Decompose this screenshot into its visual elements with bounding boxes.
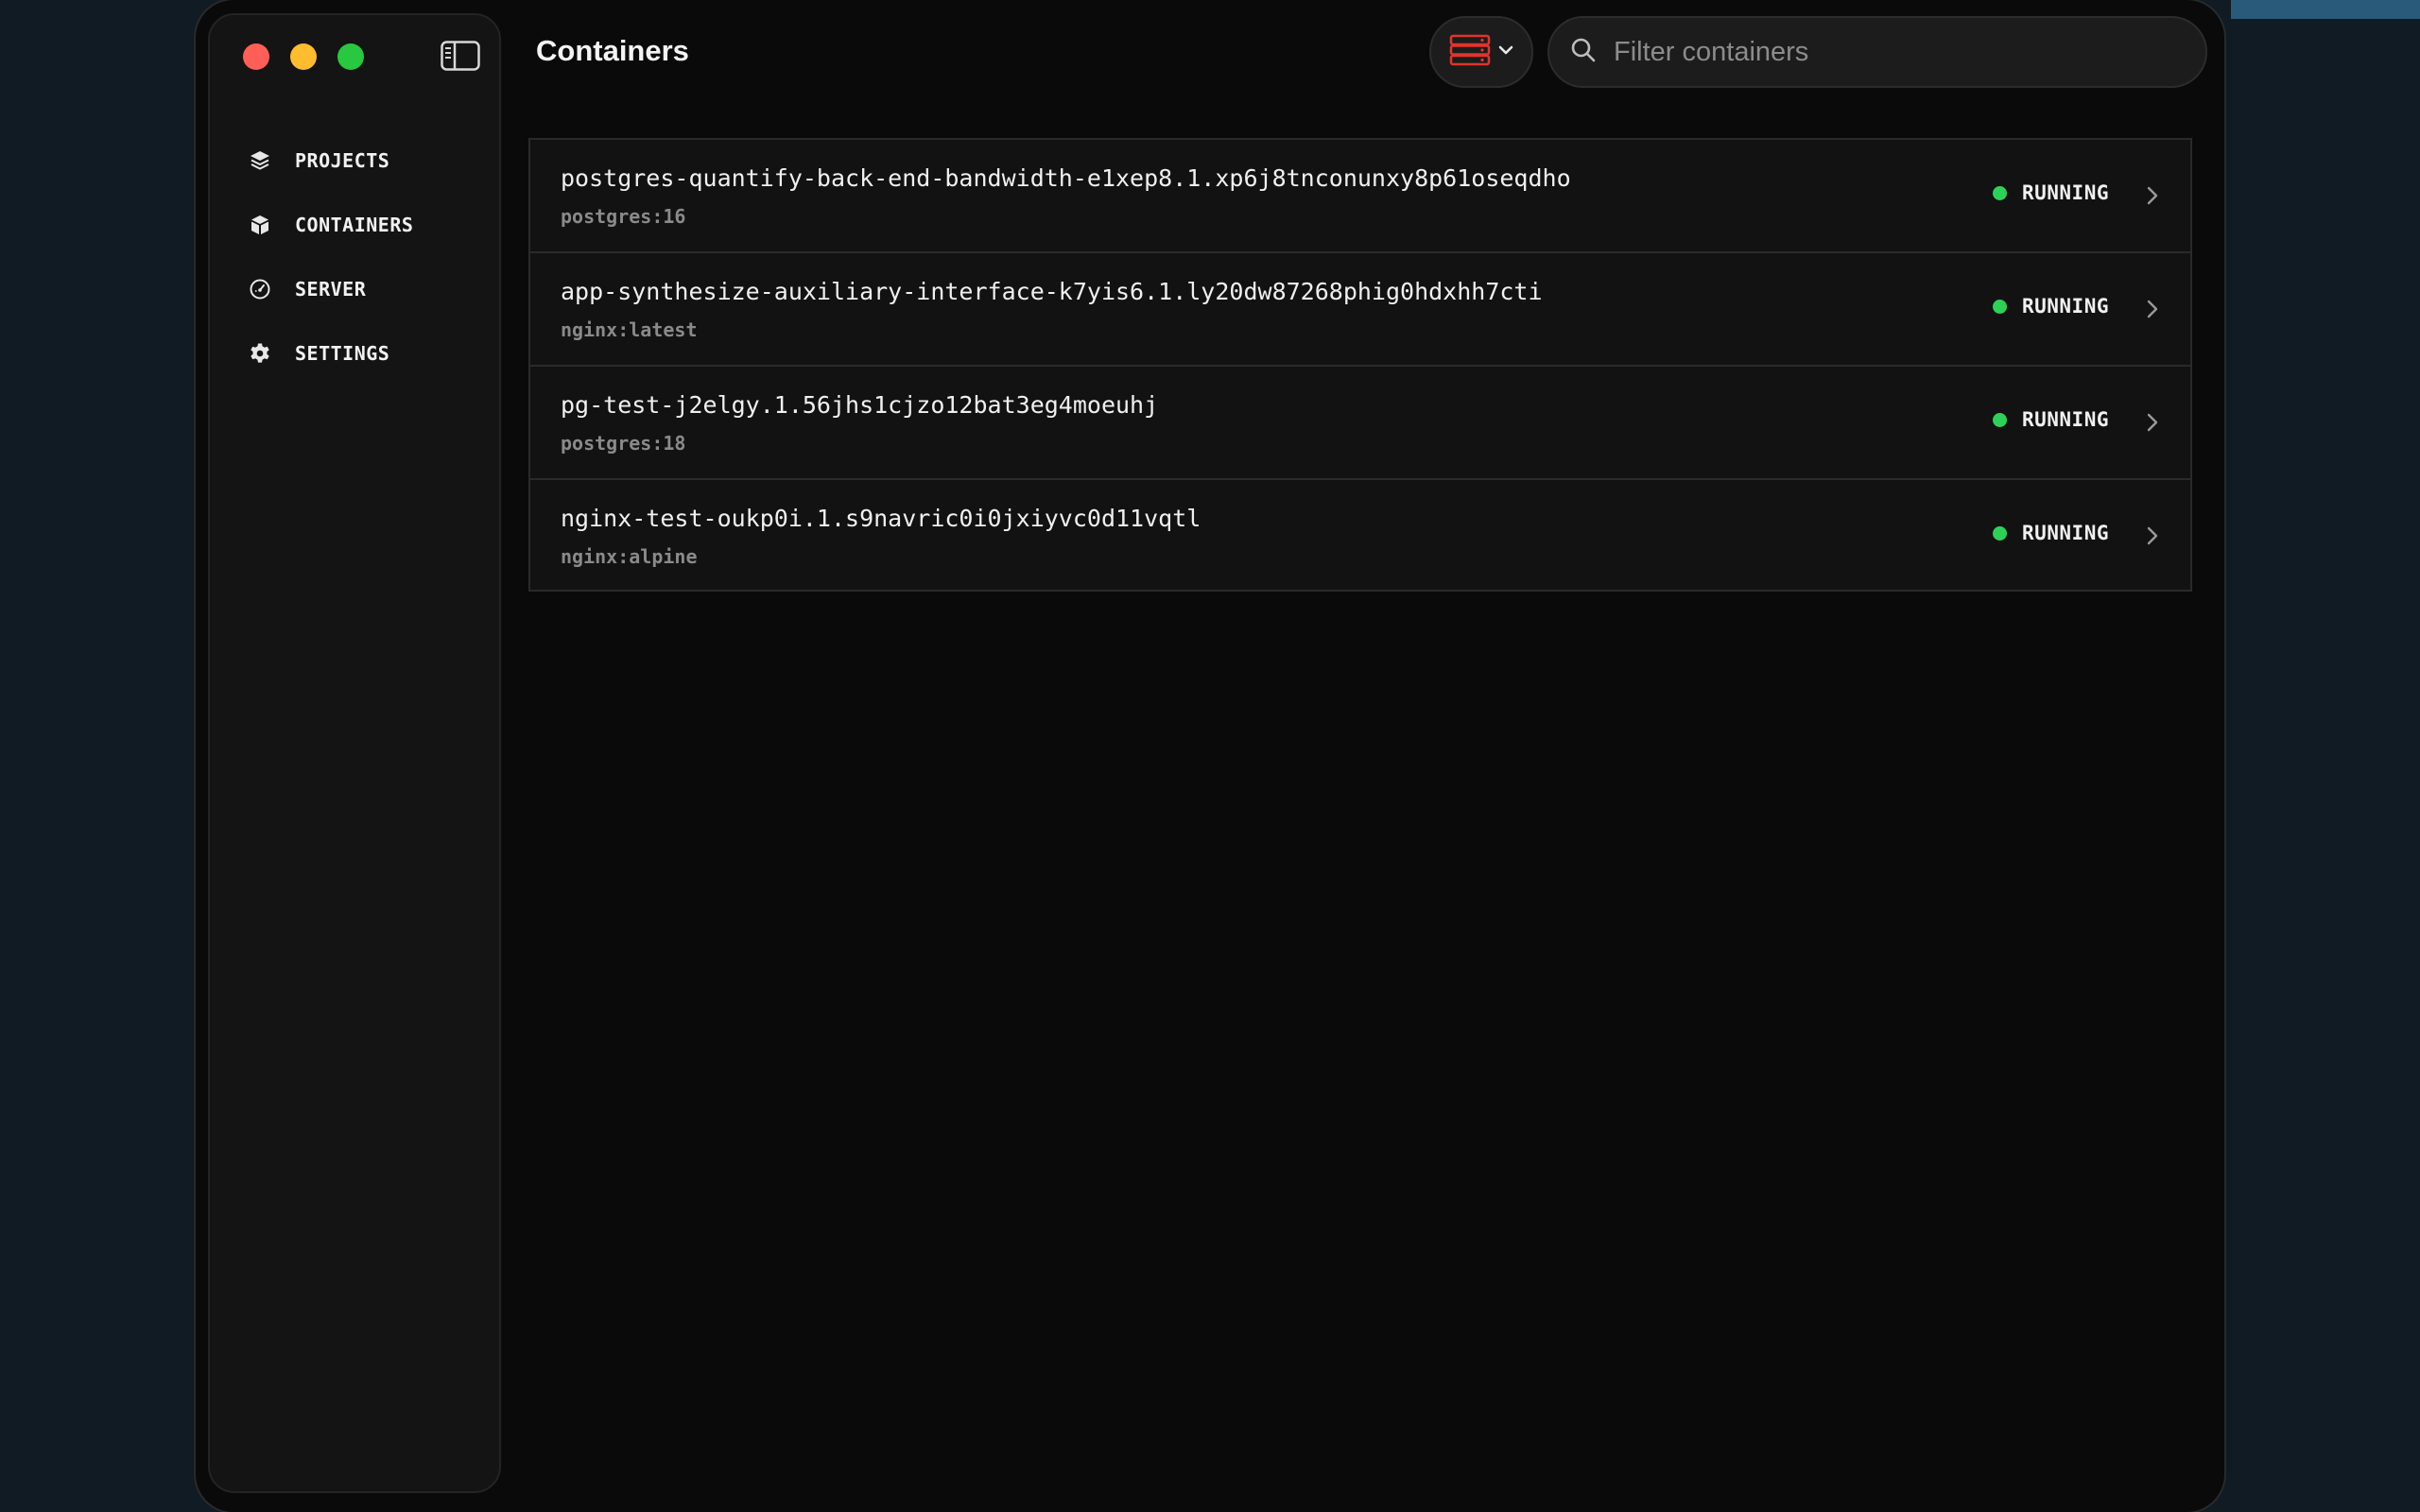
- container-name: pg-test-j2elgy.1.56jhs1cjzo12bat3eg4moeu…: [561, 391, 1159, 419]
- container-image: nginx:alpine: [561, 545, 698, 568]
- zoom-window-button[interactable]: [337, 43, 364, 70]
- container-row[interactable]: pg-test-j2elgy.1.56jhs1cjzo12bat3eg4moeu…: [530, 367, 2190, 480]
- container-list: postgres-quantify-back-end-bandwidth-e1x…: [528, 138, 2192, 592]
- sidebar-item-label: PROJECTS: [295, 149, 390, 172]
- status-dot-icon: [1992, 412, 2007, 427]
- desktop-wallpaper-edge: [2231, 0, 2420, 19]
- window-controls: [243, 43, 364, 70]
- status-badge: RUNNING: [1992, 522, 2109, 544]
- chevron-right-icon: [2147, 300, 2158, 318]
- sidebar-item-settings[interactable]: SETTINGS: [248, 321, 490, 386]
- sidebar-item-label: SERVER: [295, 278, 367, 301]
- chevron-right-icon: [2147, 526, 2158, 545]
- gear-icon: [248, 341, 272, 366]
- sidebar-item-server[interactable]: SERVER: [248, 257, 490, 321]
- container-image: nginx:latest: [561, 318, 698, 341]
- server-icon: [1449, 34, 1491, 71]
- box-icon: [248, 213, 272, 237]
- sidebar-item-label: CONTAINERS: [295, 214, 414, 236]
- status-label: RUNNING: [2021, 408, 2109, 431]
- container-row[interactable]: app-synthesize-auxiliary-interface-k7yis…: [530, 253, 2190, 367]
- container-image: postgres:16: [561, 205, 686, 228]
- close-window-button[interactable]: [243, 43, 269, 70]
- status-badge: RUNNING: [1992, 408, 2109, 431]
- app-window: PROJECTS CONTAINERS SERVER SETTINGS Cont…: [196, 0, 2224, 1512]
- status-dot-icon: [1992, 299, 2007, 314]
- container-image: postgres:18: [561, 432, 686, 455]
- container-row[interactable]: postgres-quantify-back-end-bandwidth-e1x…: [530, 140, 2190, 253]
- status-badge: RUNNING: [1992, 181, 2109, 204]
- sidebar: PROJECTS CONTAINERS SERVER SETTINGS: [208, 13, 501, 1493]
- chevron-down-icon: [1498, 43, 1513, 60]
- layers-icon: [248, 148, 272, 173]
- sidebar-item-projects[interactable]: PROJECTS: [248, 129, 490, 193]
- status-label: RUNNING: [2021, 522, 2109, 544]
- status-dot-icon: [1992, 525, 2007, 541]
- chevron-right-icon: [2147, 413, 2158, 432]
- container-name: postgres-quantify-back-end-bandwidth-e1x…: [561, 164, 1571, 192]
- status-label: RUNNING: [2021, 181, 2109, 204]
- filter-containers-input[interactable]: [1612, 35, 2183, 69]
- sidebar-item-label: SETTINGS: [295, 342, 390, 365]
- status-label: RUNNING: [2021, 295, 2109, 318]
- minimize-window-button[interactable]: [290, 43, 317, 70]
- status-dot-icon: [1992, 185, 2007, 200]
- chevron-right-icon: [2147, 186, 2158, 205]
- container-name: app-synthesize-auxiliary-interface-k7yis…: [561, 278, 1543, 305]
- server-picker-dropdown[interactable]: [1429, 16, 1533, 88]
- sidebar-toggle-icon[interactable]: [441, 41, 480, 71]
- gauge-icon: [248, 277, 272, 301]
- sidebar-nav: PROJECTS CONTAINERS SERVER SETTINGS: [248, 129, 490, 386]
- status-badge: RUNNING: [1992, 295, 2109, 318]
- page-title: Containers: [536, 34, 689, 67]
- container-name: nginx-test-oukp0i.1.s9navric0i0jxiyvc0d1…: [561, 505, 1201, 532]
- container-row[interactable]: nginx-test-oukp0i.1.s9navric0i0jxiyvc0d1…: [530, 480, 2190, 590]
- sidebar-item-containers[interactable]: CONTAINERS: [248, 193, 490, 257]
- search-bar: [1547, 16, 2207, 88]
- search-icon: [1570, 37, 1597, 68]
